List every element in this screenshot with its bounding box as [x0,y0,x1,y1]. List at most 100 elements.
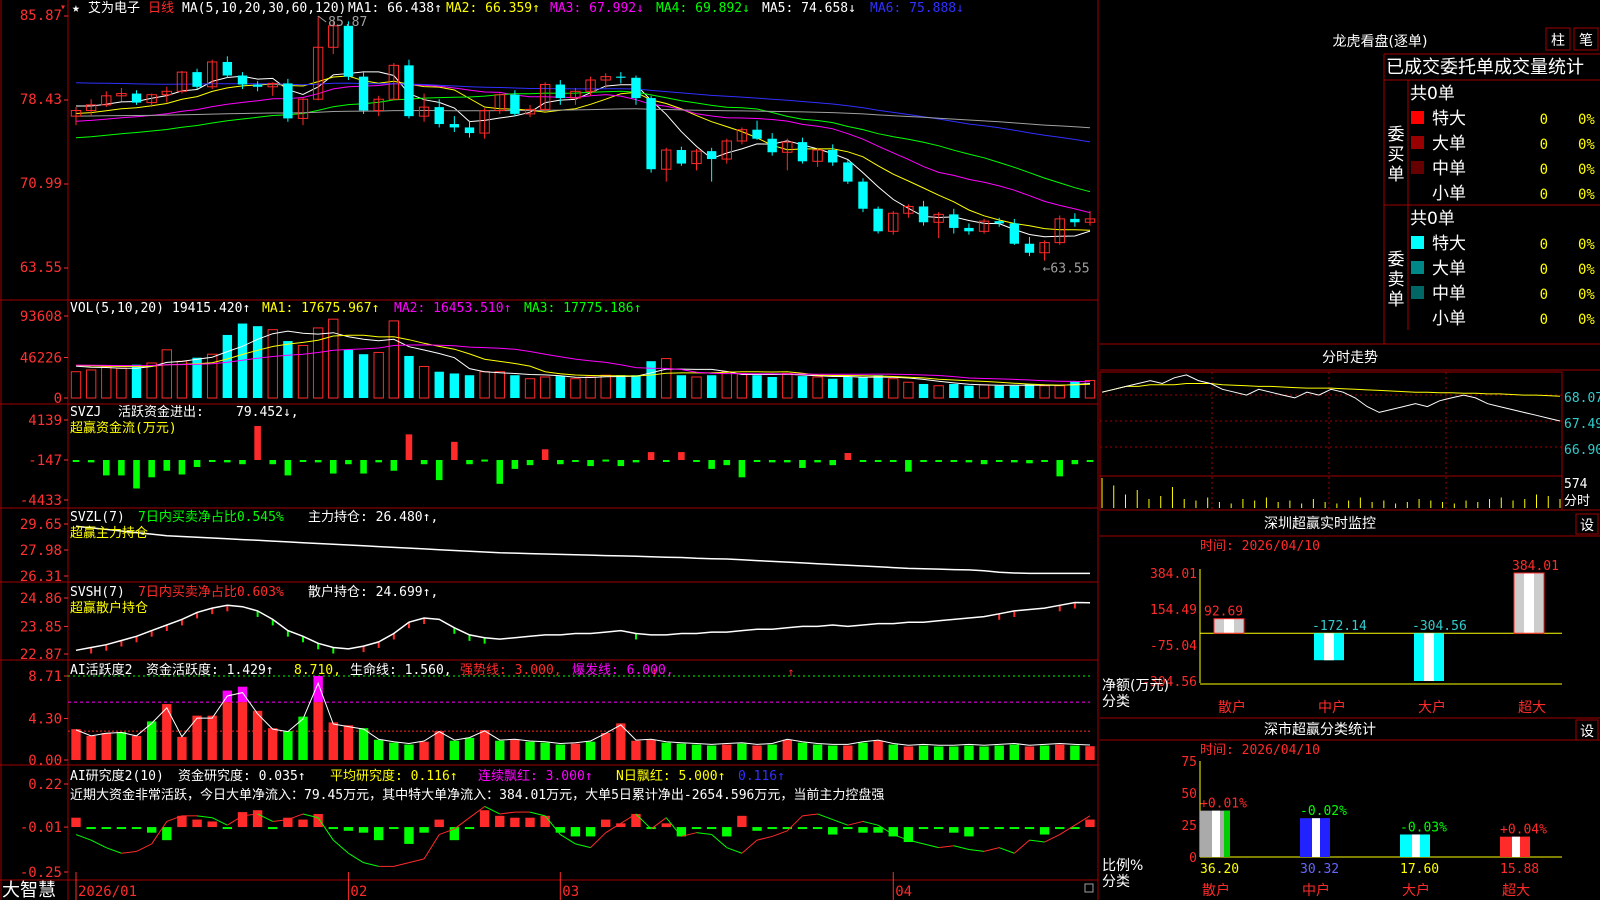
ai-research-bar [434,819,444,828]
ai-active-bar [752,745,762,760]
svsh-y-tick-label: 23.85 [20,619,62,635]
volume-bar-up [933,385,944,399]
ai-active-bar [676,743,687,760]
volume-bar-up [903,381,914,399]
ai-research-line-segment [393,862,410,867]
longhu-title: 龙虎看盘(逐单) [1333,33,1428,50]
sz-class-settings-label[interactable]: 设 [1580,724,1594,740]
sz-class-x-label: 分类 [1102,874,1130,890]
ai-active-bar [177,736,187,760]
longhu-buy-row-count: 0 [1540,112,1548,128]
longhu-buy-row-pct: 0% [1578,162,1595,178]
ai-research-bar [994,827,1004,830]
stock-terminal: 85.87 78.43 70.99 63.55 85.87 ←63.55 ★ 艾为电子 日线 MA… [0,0,1600,900]
ai-research-bar [268,827,278,830]
svzj-bar-outflow [390,460,398,471]
svsh-change-tick [105,644,108,651]
ai-research-bar [601,819,611,828]
ai-active-bar [419,741,429,760]
sz-monitor-y-tick-label: -75.04 [1150,639,1197,654]
ai-research-line-segment [741,839,758,854]
svzj-bar-outflow [148,460,155,478]
svzj-bar-outflow [768,460,776,463]
ai-research-line-segment [121,850,137,854]
volume-bar-down [706,375,717,398]
volume-ma3-value: MA3: 17775.186↑ [524,301,641,316]
ai-active-bar [979,746,989,760]
longhu-sell-row-swatch [1411,236,1424,249]
volume-bar-up [524,378,536,399]
svzj-bar-outflow [1071,460,1079,465]
ai-research-line-segment [802,813,818,817]
svzl-header-desc: 7日内买卖净占比0.545% [138,509,284,525]
volume-bar-up [539,376,551,399]
sz-monitor-x-label: 分类 [1102,694,1130,710]
ai-research-bar [933,827,944,830]
ai-active-header-strong: 强势线: 3.000, [460,662,562,678]
ai-research-bar [570,827,581,837]
svzl-header-subtitle: 超赢主力持仓 [70,525,148,541]
volume-bar-up [479,371,490,399]
volume-bar-up [116,367,127,399]
svzj-bar-outflow [784,460,791,463]
intraday-price-tick-label: 67.49 [1564,417,1600,432]
longhu-tick-toggle-label[interactable]: 笔 [1579,33,1593,49]
volume-bar-up [736,372,748,399]
sz-monitor-settings-label[interactable]: 设 [1580,518,1594,534]
volume-bar-up [782,372,793,399]
volume-bar-down [252,326,263,398]
volume-bar-up [1084,379,1096,399]
volume-bar-up [161,349,172,399]
ai-research-bar [964,827,974,837]
ai-research-line-segment [348,852,364,864]
svzj-bar-outflow [965,460,973,463]
volume-bar-up [312,327,324,399]
volume-ma2-value: MA2: 16453.510↑ [394,301,511,316]
ai-active-bar [706,745,717,760]
sz-class-bar-highlight [1312,818,1320,857]
candle-body-down [192,72,202,87]
ai-active-bar [449,740,460,760]
ai-research-bar [328,827,338,830]
ai-research-header-degree: 资金研究度: 0.035↑ [178,768,306,784]
svzj-bar-outflow [1086,460,1094,462]
svzj-bar-outflow [193,460,201,468]
kline-low-label: ←63.55 [1043,262,1090,277]
svsh-header-desc: 7日内买卖净占比0.603% [138,584,284,600]
kline-high-label: 85.87 [328,15,367,30]
ai-active-bar [283,731,293,760]
ai-active-bar [585,741,596,760]
volume-bar-down [358,354,369,398]
candle-body-down [616,76,626,78]
volume-bar-down [1009,385,1020,398]
svzj-header-title: 活跃资金进出: [118,404,204,420]
ai-research-bar [464,827,475,830]
longhu-sell-row-pct: 0% [1578,237,1595,253]
candle-body-down [237,75,248,85]
svsh-header-label: SVSH(7) [70,585,125,600]
ai-research-header-n-red: N日飘红: 5.000↑ [616,768,725,784]
sz-monitor-bar-highlight [1324,633,1334,661]
ai-active-bar [510,739,520,760]
ai-research-line-segment [953,845,970,851]
candle-body-down [994,221,1004,224]
ai-research-bar [1009,827,1020,830]
svzj-y-tick-label: 4139 [28,413,62,429]
volume-bar-down [828,378,838,398]
ai-research-bar [101,827,111,830]
ai-research-line-segment [1059,824,1076,835]
longhu-sell-side-label: 卖 [1388,270,1405,290]
ai-research-line-segment [772,830,788,837]
sz-monitor-value-label: 384.01 [1512,559,1559,574]
volume-bar-down [464,375,475,398]
ai-research-bar [207,821,217,828]
ai-active-bar [464,737,475,760]
ai-research-y-tick-label: 0.22 [28,777,62,793]
svsh-change-tick [362,646,365,653]
sz-monitor-y-label: 净额(万元) [1102,678,1169,694]
ai-research-bar [828,827,838,835]
sz-monitor-value-label: 92.69 [1204,605,1243,620]
longhu-bar-toggle-label[interactable]: 柱 [1551,33,1565,49]
svzj-bar-outflow [587,460,594,467]
ai-active-bar [994,745,1004,760]
